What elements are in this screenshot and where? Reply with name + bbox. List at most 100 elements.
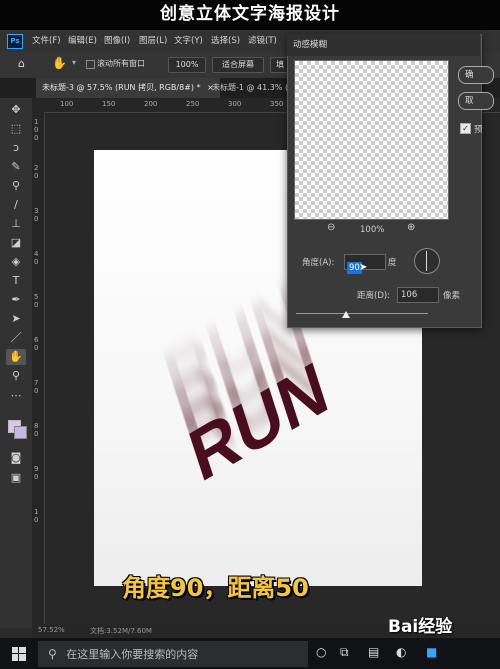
stamp-tool-icon[interactable]: ⊥ (6, 216, 26, 232)
ruler-label: 6 (34, 336, 39, 344)
quick-mask-icon[interactable]: ◙ (6, 450, 26, 466)
preview-zoom-level: 100% (360, 225, 385, 235)
home-icon[interactable]: ⌂ (18, 57, 25, 70)
ruler-label: 0 (34, 215, 39, 223)
path-select-tool-icon[interactable]: ➤ (6, 311, 26, 327)
angle-label: 角度(A): (302, 258, 335, 268)
ruler-label: 200 (144, 100, 158, 108)
menu-filter[interactable]: 滤镜(T) (248, 30, 277, 52)
menu-select[interactable]: 选择(S) (211, 30, 240, 52)
status-doc-size: 文档:3.52M/7.60M (90, 627, 152, 635)
ruler-label: 100 (60, 100, 74, 108)
brush-tool-icon[interactable]: ∕ (6, 197, 26, 213)
distance-unit: 像素 (443, 291, 461, 301)
ruler-label: 0 (34, 430, 39, 438)
eyedropper-tool-icon[interactable]: ⚲ (6, 178, 26, 194)
mouse-cursor-icon: ➤ (359, 262, 368, 273)
zoom-100-button[interactable]: 100% (168, 57, 206, 73)
tab-label: 未标题-1 @ 41.3% ( (212, 83, 289, 92)
eraser-tool-icon[interactable]: ◪ (6, 235, 26, 251)
ruler-label: 0 (34, 258, 39, 266)
menu-layer[interactable]: 图层(L) (139, 30, 167, 52)
quick-select-tool-icon[interactable]: ✎ (6, 159, 26, 175)
cortana-icon[interactable]: ○ (316, 645, 326, 659)
ruler-label: 3 (34, 207, 39, 215)
file-explorer-icon[interactable]: ▤ (368, 645, 379, 659)
ruler-label: 0 (34, 126, 39, 134)
ruler-label: 0 (34, 387, 39, 395)
ruler-label: 0 (34, 134, 39, 142)
zoom-tool-icon[interactable]: ⚲ (6, 368, 26, 384)
ruler-label: 7 (34, 379, 39, 387)
angle-unit: 度 (388, 258, 397, 268)
ruler-label: 350 (270, 100, 284, 108)
edge-icon[interactable]: ◐ (396, 645, 406, 659)
paint-bucket-tool-icon[interactable]: ◈ (6, 254, 26, 270)
fit-screen-button[interactable]: 适合屏幕 (212, 57, 264, 73)
move-tool-icon[interactable]: ✥ (6, 102, 26, 118)
line-tool-icon[interactable]: ／ (6, 330, 26, 346)
scroll-all-label: 滚动所有窗口 (97, 59, 145, 68)
ruler-label: 8 (34, 422, 39, 430)
menu-image[interactable]: 图像(I) (104, 30, 130, 52)
hand-tool-icon: ✋ (52, 56, 67, 70)
ruler-label: 4 (34, 250, 39, 258)
taskbar-search[interactable]: ⚲ 在这里输入你要搜索的内容 (38, 641, 308, 667)
ruler-label: 9 (34, 465, 39, 473)
dialog-title: 动感模糊 (287, 34, 480, 56)
menu-edit[interactable]: 编辑(E) (68, 30, 97, 52)
tab-label: 未标题-3 @ 57.5% (RUN 拷贝, RGB/8#) * (42, 83, 201, 92)
ruler-label: 0 (34, 301, 39, 309)
ruler-label: 1 (34, 508, 39, 516)
distance-input[interactable]: 106 (397, 287, 439, 303)
distance-slider-thumb[interactable] (342, 311, 350, 318)
video-title: 创意立体文字海报设计 (0, 0, 500, 30)
cancel-button[interactable]: 取 (458, 92, 494, 110)
marquee-tool-icon[interactable]: ⬚ (6, 121, 26, 137)
angle-dial[interactable] (414, 248, 440, 274)
background-color-swatch[interactable] (14, 426, 27, 439)
preview-label: 预 (474, 125, 483, 135)
lasso-tool-icon[interactable]: ↄ (6, 140, 26, 156)
ruler-label: 0 (34, 172, 39, 180)
menu-type[interactable]: 文字(Y) (174, 30, 203, 52)
windows-start-icon[interactable] (12, 647, 26, 661)
search-placeholder: 在这里输入你要搜索的内容 (66, 648, 199, 661)
ruler-label: 2 (34, 164, 39, 172)
search-icon: ⚲ (48, 647, 57, 661)
vertical-ruler: 1 0 0 2 0 3 0 4 0 5 0 6 0 7 0 8 0 9 0 1 … (32, 112, 45, 628)
preview-checkbox[interactable]: ✓ (460, 123, 471, 134)
more-tools-icon[interactable]: ⋯ (6, 388, 26, 404)
ruler-label: 150 (102, 100, 116, 108)
menu-file[interactable]: 文件(F) (32, 30, 61, 52)
photoshop-logo-icon: Ps (7, 34, 23, 49)
tab-document-2[interactable]: 未标题-1 @ 41.3% ( (206, 78, 294, 98)
hand-tool-icon[interactable]: ✋ (6, 349, 26, 365)
status-zoom: 57.52% (38, 626, 65, 634)
chevron-down-icon[interactable]: ▾ (72, 58, 76, 67)
ok-button[interactable]: 确 (458, 66, 494, 84)
ruler-label: 1 (34, 118, 39, 126)
zoom-out-icon[interactable]: ⊖ (327, 222, 335, 233)
photoshop-taskbar-icon[interactable]: ■ (426, 645, 437, 659)
baidu-watermark: Bai经验 (388, 617, 453, 637)
tab-active-document[interactable]: 未标题-3 @ 57.5% (RUN 拷贝, RGB/8#) * × (36, 78, 220, 98)
task-view-icon[interactable]: ⧉ (340, 645, 349, 660)
ruler-label: 5 (34, 293, 39, 301)
tools-panel: ✥ ⬚ ↄ ✎ ⚲ ∕ ⊥ ◪ ◈ T ✒ ➤ ／ ✋ ⚲ ⋯ ◙ ▣ (0, 98, 32, 628)
blur-preview[interactable] (294, 60, 449, 220)
angle-dial-indicator (426, 251, 427, 271)
scroll-all-checkbox[interactable] (86, 60, 95, 69)
screen-mode-icon[interactable]: ▣ (6, 470, 26, 486)
zoom-in-icon[interactable]: ⊕ (407, 222, 415, 233)
ruler-label: 300 (228, 100, 242, 108)
video-subtitle: 角度90，距离50 (122, 574, 309, 602)
ruler-label: 0 (34, 473, 39, 481)
distance-slider-track[interactable] (296, 313, 428, 314)
ruler-label: 250 (186, 100, 200, 108)
type-tool-icon[interactable]: T (6, 273, 26, 289)
ruler-label: 0 (34, 344, 39, 352)
ruler-label: 0 (34, 516, 39, 524)
pen-tool-icon[interactable]: ✒ (6, 292, 26, 308)
distance-label: 距离(D): (357, 291, 391, 301)
